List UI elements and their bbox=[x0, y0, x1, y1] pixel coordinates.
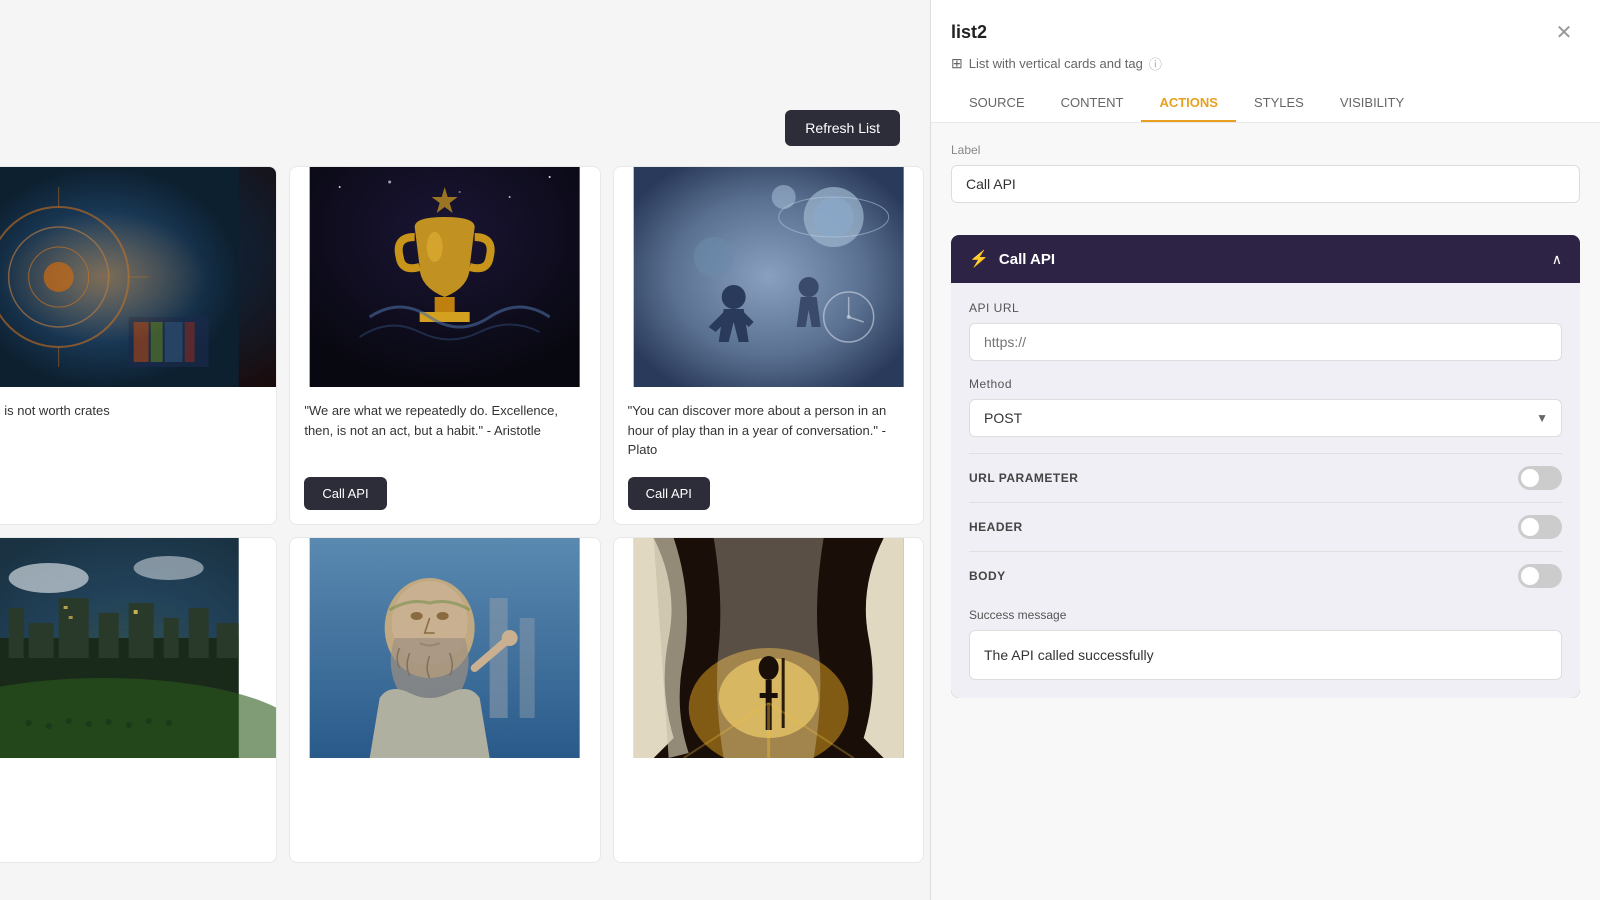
call-api-body: API URL Method GET POST PUT DELETE PATCH bbox=[951, 283, 1580, 698]
card-text: "You can discover more about a person in… bbox=[628, 401, 909, 461]
lightning-icon: ⚡ bbox=[969, 249, 989, 269]
header-row: HEADER bbox=[969, 502, 1562, 551]
body-row: BODY bbox=[969, 551, 1562, 600]
api-url-label: API URL bbox=[969, 301, 1562, 315]
call-api-header[interactable]: ⚡ Call API ∧ bbox=[951, 235, 1580, 283]
header-label: HEADER bbox=[969, 520, 1023, 534]
list-item bbox=[0, 537, 277, 863]
panel-subtitle: List with vertical cards and tag bbox=[969, 56, 1143, 71]
body-label: BODY bbox=[969, 569, 1006, 583]
success-message-section: Success message bbox=[969, 608, 1562, 680]
left-panel: Refresh List bbox=[0, 0, 930, 900]
url-parameter-row: URL PARAMETER bbox=[969, 453, 1562, 502]
info-icon[interactable]: ⓘ bbox=[1149, 54, 1162, 73]
success-msg-label: Success message bbox=[969, 608, 1562, 622]
panel-header: list2 ✕ ⊞ List with vertical cards and t… bbox=[931, 0, 1600, 123]
success-msg-input[interactable] bbox=[969, 630, 1562, 680]
call-api-button[interactable]: Call API bbox=[304, 477, 386, 510]
card-body bbox=[290, 758, 599, 862]
list-item: "We are what we repeatedly do. Excellenc… bbox=[289, 166, 600, 525]
tab-styles[interactable]: STYLES bbox=[1236, 85, 1322, 122]
grid-icon: ⊞ bbox=[951, 55, 963, 72]
card-body bbox=[614, 758, 923, 862]
call-api-title: Call API bbox=[999, 251, 1055, 268]
list-item: "You can discover more about a person in… bbox=[613, 166, 924, 525]
list-item: mined life is not worth crates bbox=[0, 166, 277, 525]
tab-content[interactable]: CONTENT bbox=[1043, 85, 1142, 122]
label-field-group: Label bbox=[951, 143, 1580, 219]
card-body: "You can discover more about a person in… bbox=[614, 387, 923, 524]
list-item bbox=[289, 537, 600, 863]
close-button[interactable]: ✕ bbox=[1548, 16, 1580, 48]
tab-source[interactable]: SOURCE bbox=[951, 85, 1043, 122]
method-select[interactable]: GET POST PUT DELETE PATCH bbox=[969, 399, 1562, 437]
refresh-list-button[interactable]: Refresh List bbox=[785, 110, 900, 146]
body-toggle[interactable] bbox=[1518, 564, 1562, 588]
method-label: Method bbox=[969, 377, 1562, 391]
label-input[interactable] bbox=[951, 165, 1580, 203]
header-toggle[interactable] bbox=[1518, 515, 1562, 539]
panel-title: list2 bbox=[951, 22, 987, 43]
call-api-section: ⚡ Call API ∧ API URL Method GET POST bbox=[951, 235, 1580, 698]
card-text bbox=[304, 772, 585, 832]
card-text bbox=[628, 772, 909, 832]
api-url-field: API URL bbox=[969, 301, 1562, 361]
label-field-label: Label bbox=[951, 143, 1580, 157]
url-param-toggle[interactable] bbox=[1518, 466, 1562, 490]
card-body bbox=[0, 758, 276, 862]
chevron-up-icon: ∧ bbox=[1552, 251, 1562, 268]
method-select-wrapper: GET POST PUT DELETE PATCH ▼ bbox=[969, 399, 1562, 437]
card-text bbox=[0, 772, 262, 832]
list-item bbox=[613, 537, 924, 863]
url-param-label: URL PARAMETER bbox=[969, 471, 1078, 485]
method-field: Method GET POST PUT DELETE PATCH ▼ bbox=[969, 377, 1562, 437]
card-body: mined life is not worth crates bbox=[0, 387, 276, 491]
panel-content: Label ⚡ Call API ∧ API URL Method bbox=[931, 123, 1600, 900]
call-api-button[interactable]: Call API bbox=[628, 477, 710, 510]
call-api-header-left: ⚡ Call API bbox=[969, 249, 1055, 269]
card-text: mined life is not worth crates bbox=[0, 401, 262, 461]
panel-tabs: SOURCE CONTENT ACTIONS STYLES VISIBILITY bbox=[951, 85, 1580, 122]
right-panel: list2 ✕ ⊞ List with vertical cards and t… bbox=[930, 0, 1600, 900]
tab-actions[interactable]: ACTIONS bbox=[1141, 85, 1236, 122]
tab-visibility[interactable]: VISIBILITY bbox=[1322, 85, 1422, 122]
card-text: "We are what we repeatedly do. Excellenc… bbox=[304, 401, 585, 461]
card-body: "We are what we repeatedly do. Excellenc… bbox=[290, 387, 599, 524]
api-url-input[interactable] bbox=[969, 323, 1562, 361]
